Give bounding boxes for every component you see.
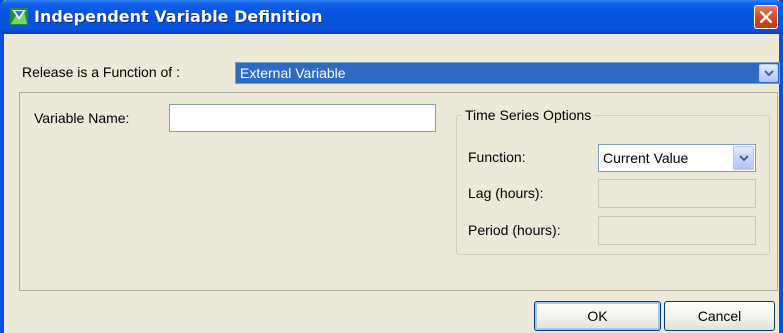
title-bar[interactable]: Independent Variable Definition (0, 0, 783, 34)
app-icon (10, 8, 28, 25)
variable-name-label: Variable Name: (34, 110, 130, 126)
ok-button[interactable]: OK (534, 301, 661, 331)
lag-hours-input[interactable] (598, 179, 756, 208)
function-dropdown-button[interactable] (733, 146, 754, 170)
function-select[interactable]: Current Value (598, 144, 756, 172)
close-button[interactable] (754, 5, 778, 29)
lag-label: Lag (hours): (468, 185, 544, 201)
variable-name-input[interactable] (169, 104, 436, 132)
period-hours-input[interactable] (598, 216, 756, 245)
cancel-button[interactable]: Cancel (664, 301, 775, 331)
release-label: Release is a Function of : (22, 64, 180, 80)
dialog-window: Independent Variable Definition Release … (0, 0, 783, 333)
function-label: Function: (468, 149, 526, 165)
time-series-options-title: Time Series Options (462, 107, 595, 123)
release-function-select[interactable]: External Variable (235, 62, 780, 84)
close-icon (760, 11, 772, 23)
chevron-down-icon (739, 155, 749, 161)
function-value: Current Value (603, 150, 689, 166)
release-dropdown-button[interactable] (759, 64, 778, 82)
chevron-down-icon (764, 70, 774, 76)
period-label: Period (hours): (468, 222, 561, 238)
release-function-value: External Variable (240, 65, 346, 81)
window-title: Independent Variable Definition (34, 7, 323, 26)
